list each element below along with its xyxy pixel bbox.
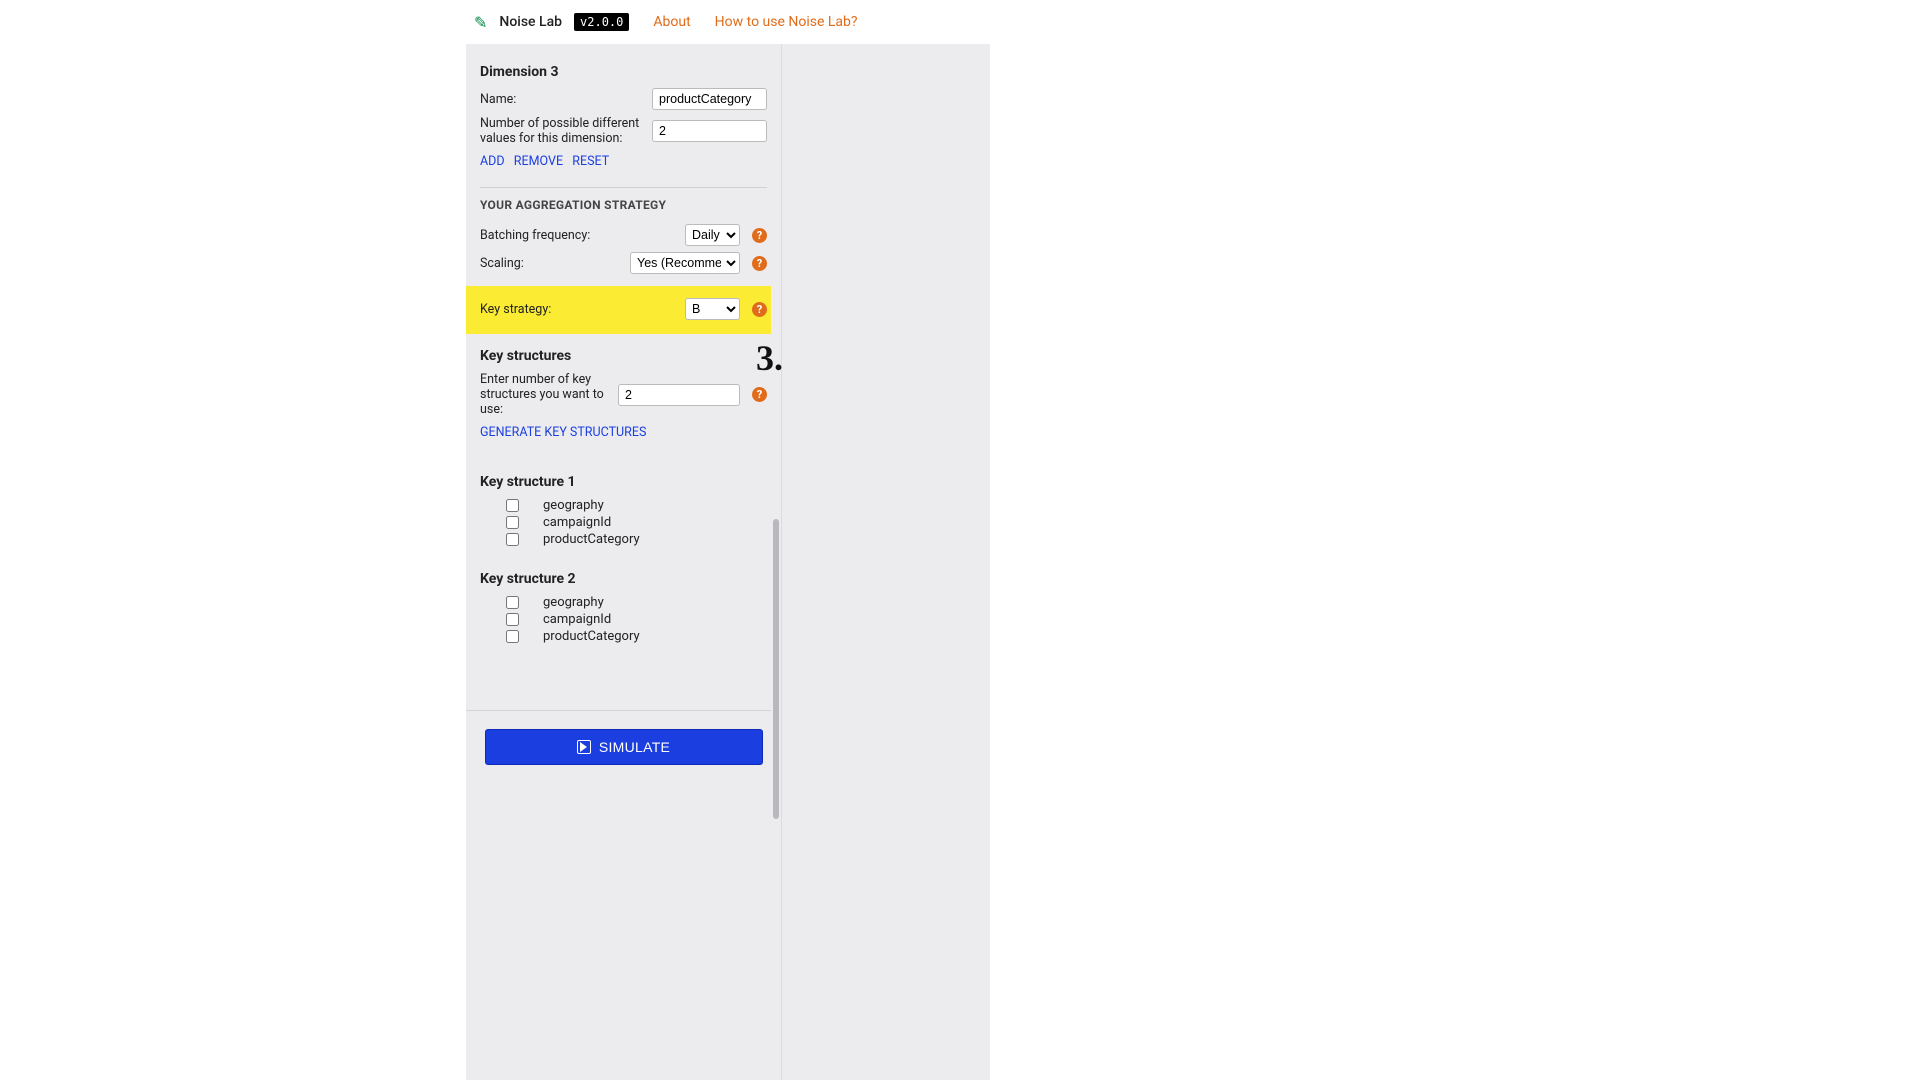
- generate-key-structures-link[interactable]: GENERATE KEY STRUCTURES: [480, 425, 646, 440]
- dim-reset-link[interactable]: RESET: [572, 154, 609, 169]
- dimension3-heading: Dimension 3: [480, 64, 767, 80]
- scrollbar-thumb[interactable]: [773, 519, 779, 819]
- help-icon[interactable]: ?: [752, 228, 767, 243]
- play-icon: [577, 740, 591, 754]
- top-bar: ✎ Noise Lab v2.0.0 About How to use Nois…: [0, 0, 1920, 44]
- keystruct2-heading: Key structure 2: [480, 571, 767, 587]
- simulate-label: SIMULATE: [599, 739, 670, 755]
- nav-about[interactable]: About: [653, 14, 690, 30]
- keystruct1-heading: Key structure 1: [480, 474, 767, 490]
- batching-select[interactable]: Daily: [685, 224, 740, 246]
- ks2-productcategory-checkbox[interactable]: [506, 630, 519, 643]
- scaling-select[interactable]: Yes (Recommended): [630, 252, 740, 274]
- simulate-button[interactable]: SIMULATE: [485, 729, 763, 765]
- help-icon[interactable]: ?: [752, 387, 767, 402]
- ks2-geography-checkbox[interactable]: [506, 596, 519, 609]
- annotation-label: 3.: [756, 337, 783, 379]
- dimension-action-row: ADD REMOVE RESET: [480, 154, 767, 169]
- ks2-opt-label: campaignId: [543, 612, 611, 627]
- keystruct2-list: geography campaignId productCategory: [506, 595, 767, 644]
- agg-heading: YOUR AGGREGATION STRATEGY: [480, 198, 767, 212]
- ks2-opt-label: productCategory: [543, 629, 640, 644]
- ks1-opt-label: geography: [543, 498, 604, 513]
- dim3-name-label: Name:: [480, 92, 644, 107]
- keystruct-count-input[interactable]: [618, 384, 740, 406]
- key-strategy-highlight: Key strategy: B ?: [466, 286, 781, 334]
- dim3-name-input[interactable]: [652, 88, 767, 110]
- divider: [480, 187, 767, 188]
- ks2-campaignid-checkbox[interactable]: [506, 613, 519, 626]
- dim-remove-link[interactable]: REMOVE: [514, 154, 563, 169]
- key-structures-heading: Key structures: [480, 348, 767, 364]
- nav-howto[interactable]: How to use Noise Lab?: [715, 14, 858, 30]
- keystruct-count-label: Enter number of key structures you want …: [480, 372, 610, 417]
- dim3-cardinality-label: Number of possible different values for …: [480, 116, 644, 146]
- ks2-opt-label: geography: [543, 595, 604, 610]
- dim-add-link[interactable]: ADD: [480, 154, 505, 169]
- version-badge: v2.0.0: [574, 13, 629, 31]
- ks1-geography-checkbox[interactable]: [506, 499, 519, 512]
- help-icon[interactable]: ?: [752, 302, 767, 317]
- ks1-opt-label: campaignId: [543, 515, 611, 530]
- brand-name: Noise Lab: [499, 14, 562, 30]
- dim3-cardinality-input[interactable]: [652, 120, 767, 142]
- key-strategy-label: Key strategy:: [480, 302, 677, 317]
- key-strategy-select[interactable]: B: [685, 298, 740, 320]
- keystruct1-list: geography campaignId productCategory: [506, 498, 767, 547]
- scaling-label: Scaling:: [480, 256, 622, 271]
- scrollbar-track[interactable]: [771, 44, 781, 1080]
- batching-label: Batching frequency:: [480, 228, 677, 243]
- ks1-opt-label: productCategory: [543, 532, 640, 547]
- ks1-productcategory-checkbox[interactable]: [506, 533, 519, 546]
- config-panel: Dimension 3 Name: Number of possible dif…: [466, 44, 782, 1080]
- results-panel: [782, 44, 990, 1080]
- help-icon[interactable]: ?: [752, 256, 767, 271]
- brand-icon: ✎: [474, 13, 487, 32]
- ks1-campaignid-checkbox[interactable]: [506, 516, 519, 529]
- workspace: Dimension 3 Name: Number of possible dif…: [466, 44, 990, 1080]
- truncated-prev-section: [480, 44, 767, 56]
